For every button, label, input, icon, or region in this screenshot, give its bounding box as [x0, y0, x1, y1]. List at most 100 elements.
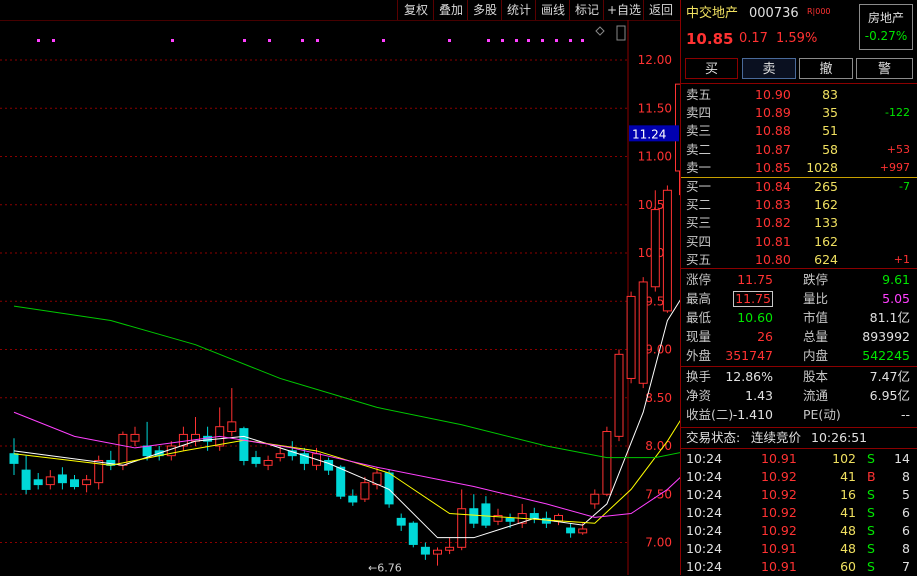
stat-label: 净资: [686, 388, 712, 403]
kline-chart[interactable]: 12.0011.5011.0010.5010.009.509.008.508.0…: [0, 20, 680, 575]
event-marker: [37, 39, 40, 42]
divider: [681, 83, 917, 84]
toolbar-item[interactable]: 多股: [467, 0, 502, 20]
tick-time: 10:24: [686, 487, 723, 502]
ask-row[interactable]: 卖五 10.90 83: [681, 86, 917, 104]
tick-row[interactable]: 10:24 10.92 48 S 6: [681, 522, 917, 540]
tick-price: 10.91: [761, 559, 797, 574]
bid-row[interactable]: 买四 10.81 162: [681, 233, 917, 251]
stat-value: 26: [757, 329, 773, 344]
stat-value: 11.75: [737, 272, 773, 287]
ask-row[interactable]: 卖二 10.87 58 +53: [681, 141, 917, 159]
candle-body: [33, 479, 43, 486]
event-marker: [581, 39, 584, 42]
event-marker: [487, 39, 490, 42]
toolbar-item[interactable]: 标记: [569, 0, 604, 20]
toolbar-item[interactable]: 统计: [501, 0, 536, 20]
stat-label: 股本: [803, 369, 829, 384]
toolbar-item[interactable]: 画线: [535, 0, 570, 20]
level-price: 10.83: [755, 197, 791, 213]
stat-label: 总量: [803, 329, 829, 344]
level-change: +1: [893, 252, 910, 266]
stat-row: 最低 10.60 市值 81.1亿: [681, 309, 917, 327]
ask-row[interactable]: 卖三 10.88 51: [681, 122, 917, 140]
event-marker: [316, 39, 319, 42]
stat-value: 893992: [862, 329, 910, 344]
candle-body: [529, 513, 539, 519]
candle-body: [662, 189, 672, 312]
tick-price: 10.92: [761, 505, 797, 520]
candle-body: [227, 421, 237, 433]
toolbar-item[interactable]: +自选: [603, 0, 644, 20]
tick-row[interactable]: 10:24 10.92 41 S 6: [681, 504, 917, 522]
toolbar-item[interactable]: 复权: [397, 0, 434, 20]
tick-time: 10:24: [686, 469, 723, 484]
tick-time: 10:24: [686, 451, 723, 466]
level-price: 10.84: [755, 179, 791, 194]
level-price: 10.90: [755, 87, 791, 102]
tick-volume: 60: [840, 559, 856, 574]
toolbar-item[interactable]: 叠加: [433, 0, 468, 20]
candle-body: [602, 431, 612, 495]
ask-row[interactable]: 卖四 10.89 35 -122: [681, 104, 917, 122]
tick-count: 7: [902, 559, 910, 574]
toolbar-item[interactable]: 返回: [643, 0, 678, 20]
stat-label: 跌停: [803, 272, 829, 287]
ask-row[interactable]: 卖一 10.85 1028 +997: [681, 159, 917, 177]
tick-side: S: [867, 451, 875, 466]
stat-label: 涨停: [686, 272, 712, 287]
candle-body: [130, 433, 140, 442]
level-label: 买一: [686, 179, 712, 194]
tick-row[interactable]: 10:24 10.92 41 B 8: [681, 468, 917, 486]
level-volume: 51: [822, 123, 838, 139]
stat-value: 351747: [725, 348, 773, 363]
level-change: +997: [879, 160, 910, 174]
stat-row: 外盘 351747 内盘 542245: [681, 347, 917, 365]
bid-row[interactable]: 买一 10.84 265 -7: [681, 178, 917, 196]
tick-count: 6: [902, 505, 910, 520]
level-volume: 83: [822, 87, 838, 102]
candle-body: [578, 528, 588, 534]
cancel-button[interactable]: 撤: [799, 58, 853, 79]
level-label: 卖一: [686, 159, 712, 175]
event-marker: [243, 39, 246, 42]
bid-row[interactable]: 买三 10.82 133: [681, 214, 917, 232]
auction-time: 10:26:51: [811, 430, 868, 445]
bid-row[interactable]: 买五 10.80 624 +1: [681, 251, 917, 269]
y-tick-label: 11.00: [638, 150, 672, 164]
tick-volume: 48: [840, 523, 856, 538]
y-tick-label: 7.00: [645, 536, 672, 550]
tick-row[interactable]: 10:24 10.91 60 S 7: [681, 558, 917, 576]
candle-body: [396, 517, 406, 526]
level-label: 卖四: [686, 105, 712, 121]
buy-button[interactable]: 买: [685, 58, 738, 79]
stat-row: 现量 26 总量 893992: [681, 328, 917, 346]
level-volume: 1028: [806, 159, 838, 175]
candle-body: [239, 428, 249, 461]
bid-row[interactable]: 买二 10.83 162: [681, 196, 917, 214]
tick-row[interactable]: 10:24 10.91 48 S 8: [681, 540, 917, 558]
level-label: 买二: [686, 197, 712, 213]
tick-time: 10:24: [686, 505, 723, 520]
alert-button[interactable]: 警: [856, 58, 913, 79]
level-label: 买五: [686, 251, 712, 267]
stat-label: 换手: [686, 369, 712, 384]
y-tick-label: 12.00: [638, 53, 672, 67]
level-label: 卖五: [686, 87, 712, 102]
stat-label: 收益(二): [686, 407, 734, 422]
sell-button[interactable]: 卖: [742, 58, 796, 79]
stat-value: 1.43: [745, 388, 773, 403]
tick-row[interactable]: 10:24 10.91 102 S 14: [681, 450, 917, 468]
event-marker: [268, 39, 271, 42]
stat-value: 5.05: [882, 291, 910, 306]
candle-body: [263, 459, 273, 466]
level-price: 10.80: [755, 251, 791, 267]
candle-body: [9, 453, 19, 464]
tick-row[interactable]: 10:24 10.92 16 S 5: [681, 486, 917, 504]
divider: [681, 427, 917, 428]
stat-value: 10.60: [737, 310, 773, 325]
crosshair-price-label: 11.24: [632, 127, 666, 141]
y-tick-label: 11.50: [638, 101, 672, 115]
tick-count: 5: [902, 487, 910, 502]
level-price: 10.87: [755, 141, 791, 157]
